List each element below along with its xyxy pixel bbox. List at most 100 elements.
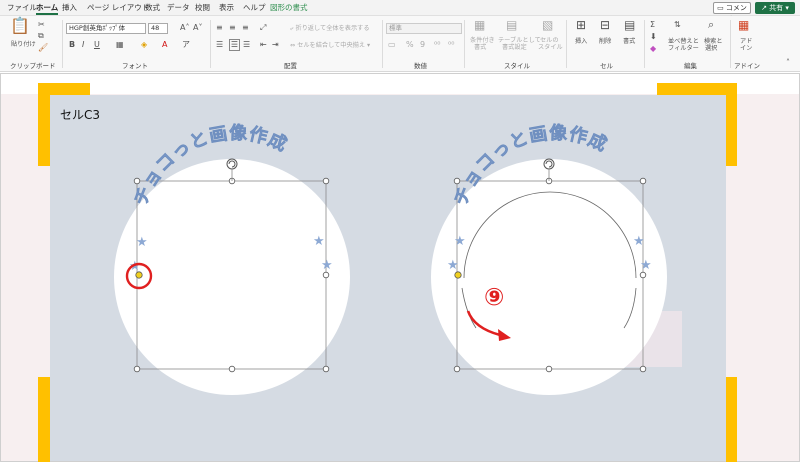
resize-handle[interactable] [639,177,647,185]
cell-styles-label-1[interactable]: セルの [540,37,559,44]
paste-icon[interactable]: 📋 [10,18,30,34]
align-center-icon[interactable]: ☰ [229,39,240,51]
bold-icon[interactable]: B [69,40,75,50]
indent-decrease-icon[interactable]: ⇤ [260,40,267,50]
align-middle-icon[interactable]: ≡ [229,23,236,33]
conditional-format-icon[interactable]: ▦ [474,19,485,31]
insert-cells-label[interactable]: 挿入 [575,38,587,45]
adjust-handle[interactable] [454,271,462,279]
alignment-group: ≡ ≡ ≡ ⤢ ☰ ☰ ☰ ⇤ ⇥ ⤶ 折り返して全体を表示する ⇔ セルを結合… [212,16,382,72]
copy-icon[interactable]: ⧉ [38,31,44,41]
insert-cells-icon[interactable]: ⊞ [576,19,586,31]
resize-handle[interactable] [639,365,647,373]
share-button[interactable]: ↗ 共有 ▾ [755,2,795,14]
shrink-font-icon[interactable]: A˅ [193,23,202,33]
resize-handle[interactable] [453,177,461,185]
menu-bar: ファイル ホーム 挿入 ページ レイアウト 数式 データ 校閲 表示 ヘルプ 図… [0,0,800,23]
addins-group: ▦ アド イン アドイン [732,16,766,72]
sort-filter-icon[interactable]: ⇅ [674,20,681,30]
merge-icon: ⇔ [290,42,296,49]
italic-icon[interactable]: I [82,40,84,50]
sort-filter-label-2[interactable]: フィルター [668,45,699,52]
decrease-decimal-icon[interactable]: ⁰⁰ [448,40,454,50]
merge-center-label: セルを結合して中央揃え [297,42,366,49]
cut-icon[interactable]: ✂ [38,20,45,30]
format-cells-icon[interactable]: ▤ [624,19,635,31]
align-right-icon[interactable]: ☰ [243,40,250,50]
autosum-icon[interactable]: Σ [650,20,655,30]
sort-filter-label-1[interactable]: 並べ替えと [668,38,699,45]
align-top-icon[interactable]: ≡ [216,23,223,33]
resize-handle[interactable] [639,271,647,279]
collapse-ribbon-icon[interactable]: ˄ [786,58,790,68]
font-group: HGP創英角ﾎﾟｯﾌﾟ体 48 A˄ A˅ B I U ▦ ◈ A ア フォント [64,16,210,72]
star-icon: ★ [447,258,459,273]
step-number: ⑨ [484,283,504,311]
paste-label[interactable]: 貼り付け [11,41,36,48]
table-format-label-2[interactable]: 書式設定 [502,44,527,51]
tab-insert[interactable]: 挿入 [62,1,77,15]
tab-help[interactable]: ヘルプ [243,1,266,15]
wrap-text-icon: ⤶ [290,25,294,32]
accounting-icon[interactable]: ▭ [388,40,396,50]
indent-increase-icon[interactable]: ⇥ [272,40,279,50]
cells-group: ⊞ 挿入 ⊟ 削除 ▤ 書式 セル [568,16,644,72]
comment-button[interactable]: ▭ コメント [713,2,751,23]
border-icon[interactable]: ▦ [116,40,124,50]
editing-group-label: 編集 [684,62,697,70]
number-format-select[interactable]: 標準 [386,23,462,34]
excel-window: ファイル ホーム 挿入 ページ レイアウト 数式 データ 校閲 表示 ヘルプ 図… [0,0,800,462]
find-select-label-1[interactable]: 検索と [704,38,723,45]
tab-home[interactable]: ホーム [36,1,59,15]
addins-label-1[interactable]: アド [740,38,752,45]
worksheet-area[interactable]: セルC3 チョコっと画像作成 ★ ★ ★ ★ チョコっと画像作成 ★ ★ ★ ★… [0,73,800,462]
tab-view[interactable]: 表示 [219,1,234,15]
percent-icon[interactable]: % [406,40,414,50]
alignment-group-label: 配置 [284,62,297,70]
resize-handle[interactable] [453,365,461,373]
star-icon: ★ [633,234,645,249]
cell-styles-label-2[interactable]: スタイル [538,44,563,51]
delete-cells-label[interactable]: 削除 [599,38,611,45]
tab-shape-format[interactable]: 図形の書式 [270,1,308,15]
font-color-icon[interactable]: A [162,40,167,50]
orientation-icon[interactable]: ⤢ [260,23,266,33]
styles-group-label: スタイル [504,62,530,70]
tab-file[interactable]: ファイル [7,1,37,15]
number-group-label: 数値 [414,62,427,70]
conditional-format-label-1[interactable]: 条件付き [470,37,495,44]
conditional-format-label-2[interactable]: 書式 [474,44,486,51]
align-left-icon[interactable]: ☰ [216,40,223,50]
tab-formulas[interactable]: 数式 [145,1,160,15]
format-painter-icon[interactable]: 🖌 [38,43,48,53]
font-size-select[interactable]: 48 [148,23,168,34]
clear-icon[interactable]: ◆ [650,44,656,54]
resize-handle[interactable] [545,365,553,373]
phonetic-icon[interactable]: ア [182,40,190,50]
comma-icon[interactable]: 9 [420,40,425,50]
wrap-text-button[interactable]: ⤶ 折り返して全体を表示する [290,25,370,32]
table-format-icon[interactable]: ▤ [506,19,517,31]
table-format-label-1[interactable]: テーブルとして [498,37,541,44]
styles-group: ▦ 条件付き 書式 ▤ テーブルとして 書式設定 ▧ セルの スタイル スタイル [466,16,566,72]
fill-icon[interactable]: ⬇ [650,32,657,42]
font-name-select[interactable]: HGP創英角ﾎﾟｯﾌﾟ体 [66,23,146,34]
font-group-label: フォント [122,62,148,70]
tab-review[interactable]: 校閲 [195,1,210,15]
underline-icon[interactable]: U [94,40,100,50]
merge-center-button[interactable]: ⇔ セルを結合して中央揃え ▾ [290,42,370,49]
tab-data[interactable]: データ [167,1,190,15]
increase-decimal-icon[interactable]: ⁰⁰ [434,40,440,50]
addins-label-2[interactable]: イン [740,45,752,52]
tab-page-layout[interactable]: ページ レイアウト [87,1,149,15]
cell-styles-icon[interactable]: ▧ [542,19,553,31]
grow-font-icon[interactable]: A˄ [180,23,189,33]
delete-cells-icon[interactable]: ⊟ [600,19,610,31]
fill-color-icon[interactable]: ◈ [141,40,147,50]
addins-icon[interactable]: ▦ [738,19,749,31]
find-select-icon[interactable]: ⌕ [708,19,714,30]
find-select-label-2[interactable]: 選択 [705,45,717,52]
align-bottom-icon[interactable]: ≡ [242,23,249,33]
format-cells-label[interactable]: 書式 [623,38,635,45]
editing-group: Σ ⬇ ◆ ⇅ 並べ替えと フィルター ⌕ 検索と 選択 編集 [646,16,730,72]
